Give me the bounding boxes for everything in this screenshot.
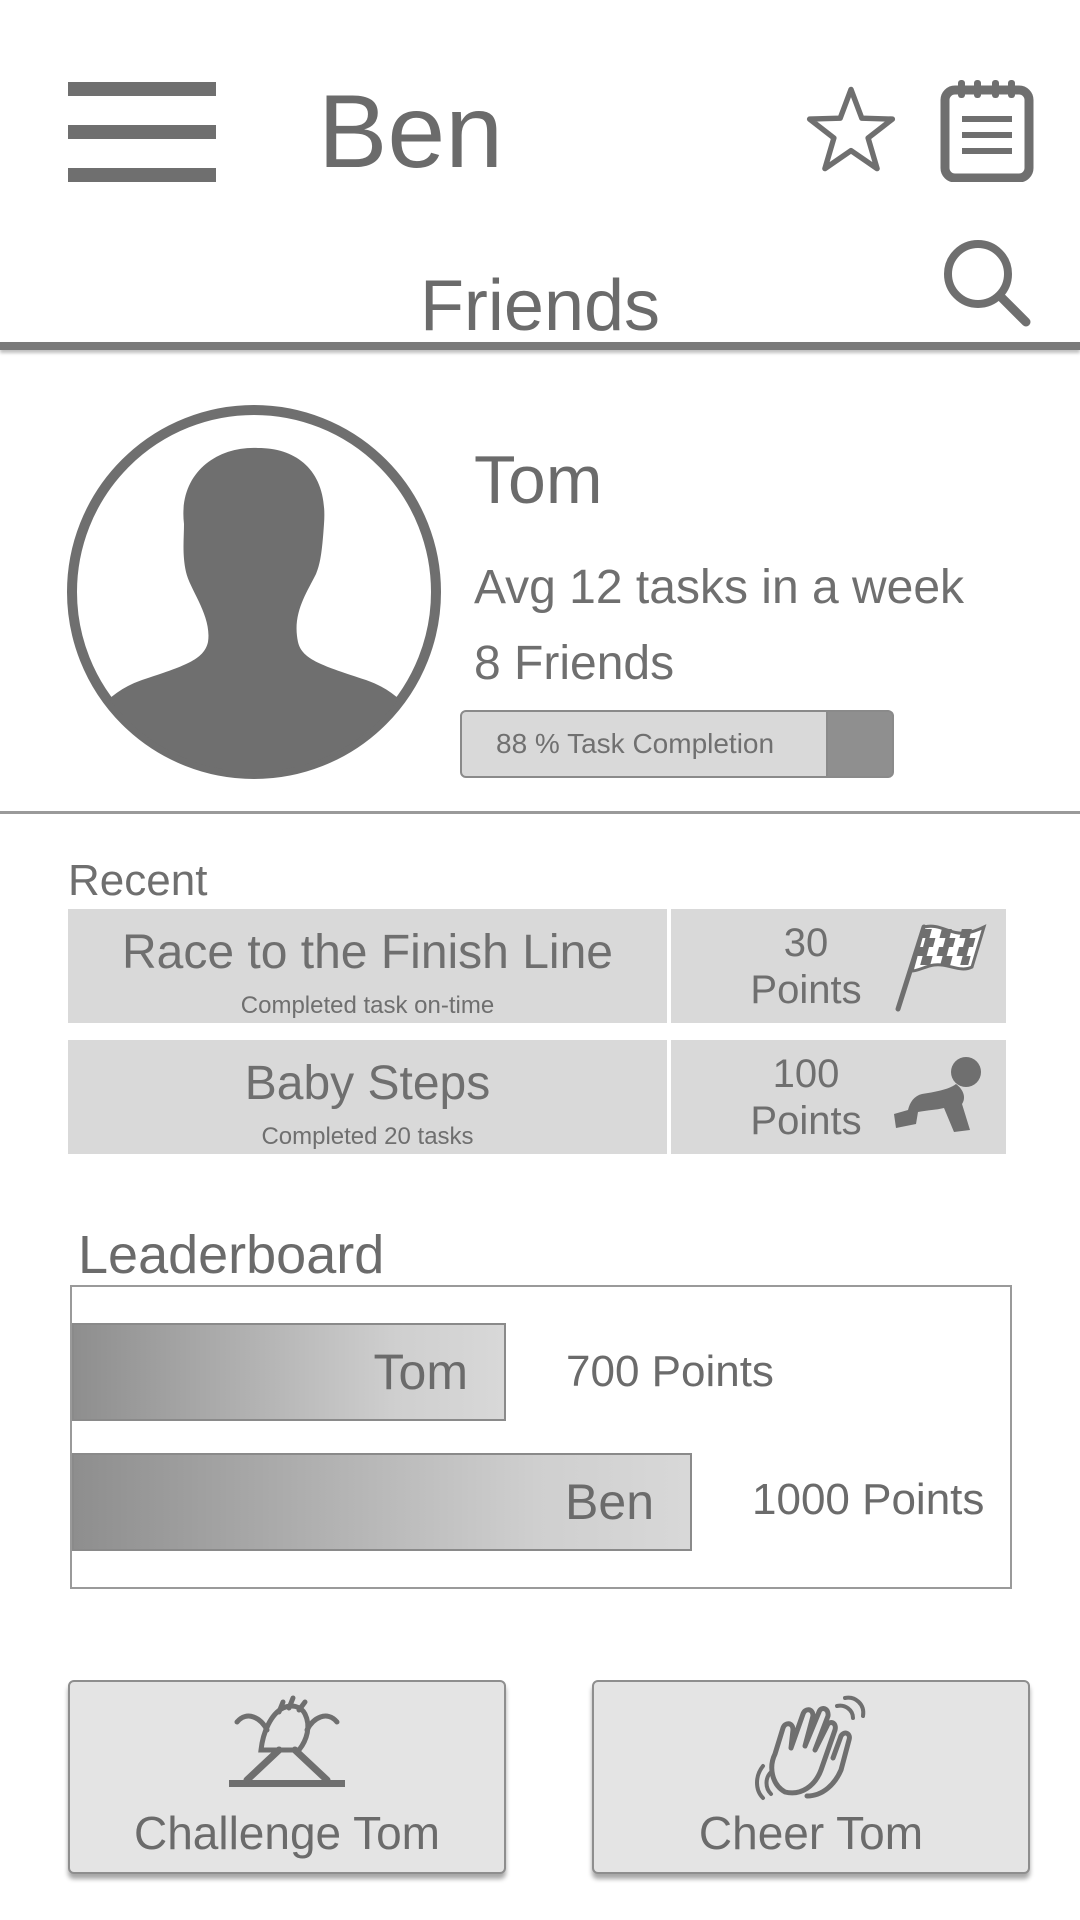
section-underline [0, 342, 1080, 350]
recent-item[interactable]: Baby Steps Completed 20 tasks 100 Points [68, 1040, 1006, 1154]
recent-item-points-unit: Points [750, 1099, 862, 1143]
hamburger-menu-icon[interactable] [68, 82, 216, 182]
calendar-notepad-icon[interactable] [940, 78, 1034, 182]
leaderboard-points: 700 Points [566, 1347, 774, 1396]
progress-label: 88 % Task Completion [496, 728, 775, 759]
leaderboard-heading: Leaderboard [78, 1225, 385, 1285]
recent-item-points-cell: 100 Points [671, 1040, 1006, 1154]
avg-tasks-stat: Avg 12 tasks in a week [474, 561, 965, 614]
leaderboard-bar: Tom [72, 1323, 506, 1421]
task-completion-progress: 88 % Task Completion [460, 710, 894, 778]
challenge-button-label: Challenge Tom [133, 1807, 440, 1859]
recent-item-subtitle: Completed task on-time [240, 992, 495, 1019]
recent-item-points-value: 100 [772, 1052, 840, 1096]
profile-divider [0, 811, 1080, 814]
cheer-button[interactable]: Cheer Tom [592, 1680, 1030, 1874]
recent-item-subtitle: Completed 20 tasks [261, 1123, 474, 1150]
star-icon[interactable] [806, 84, 896, 174]
profile-name: Tom [474, 442, 603, 518]
cheer-button-label: Cheer Tom [698, 1807, 924, 1859]
recent-item-points-cell: 30 Points [671, 909, 1006, 1023]
arm-wrestling-icon [229, 1695, 345, 1787]
section-title: Friends [419, 266, 661, 346]
recent-heading: Recent [68, 856, 208, 905]
leaderboard-points: 1000 Points [752, 1475, 985, 1524]
challenge-button[interactable]: Challenge Tom [68, 1680, 506, 1874]
avatar [67, 405, 441, 779]
recent-item-title-cell: Race to the Finish Line Completed task o… [68, 909, 667, 1023]
crawling-baby-icon [894, 1057, 981, 1132]
recent-item-points-unit: Points [750, 968, 862, 1012]
recent-item[interactable]: Race to the Finish Line Completed task o… [68, 909, 1006, 1023]
app-title: Ben [318, 74, 504, 190]
recent-item-points-value: 30 [783, 921, 829, 965]
recent-item-title: Baby Steps [244, 1057, 491, 1110]
leaderboard-bar-name: Tom [373, 1344, 468, 1400]
recent-item-title: Race to the Finish Line [122, 926, 613, 979]
clapping-hands-icon [755, 1695, 866, 1800]
friends-count: 8 Friends [474, 637, 675, 690]
leaderboard: Tom 700 Points Ben 1000 Points [70, 1285, 1012, 1589]
leaderboard-bar: Ben [72, 1453, 692, 1551]
checkered-flag-icon [895, 924, 987, 1012]
recent-item-title-cell: Baby Steps Completed 20 tasks [68, 1040, 667, 1154]
leaderboard-bar-name: Ben [565, 1474, 654, 1530]
